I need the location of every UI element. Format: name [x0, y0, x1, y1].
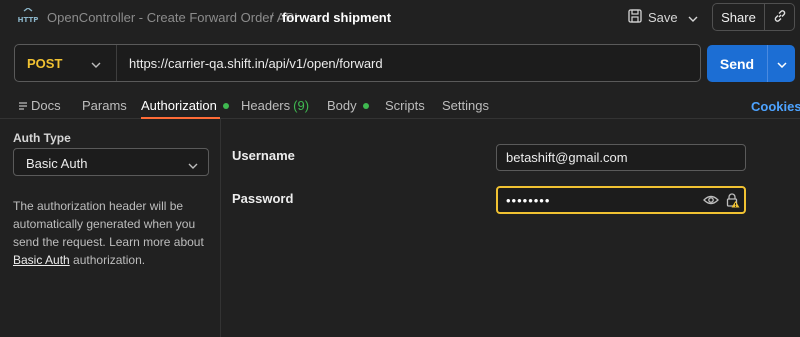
- docs-icon: [19, 102, 27, 110]
- username-label: Username: [232, 148, 295, 163]
- cookies-link[interactable]: Cookies: [751, 99, 800, 114]
- password-value: ••••••••: [506, 193, 551, 208]
- top-bar: HTTP OpenController - Create Forward Ord…: [0, 0, 800, 34]
- auth-type-value: Basic Auth: [26, 156, 88, 171]
- save-label: Save: [648, 9, 678, 25]
- svg-text:HTTP: HTTP: [18, 16, 38, 24]
- http-method-select[interactable]: POST: [27, 56, 62, 71]
- save-icon: [628, 8, 642, 26]
- request-url-bar: POST: [14, 44, 701, 82]
- tab-body[interactable]: Body: [327, 98, 369, 113]
- status-dot: [362, 102, 369, 109]
- tab-label: Authorization: [141, 98, 217, 113]
- chevron-down-icon[interactable]: [91, 56, 101, 71]
- save-options-button[interactable]: [684, 6, 702, 28]
- send-options-button[interactable]: [768, 45, 795, 82]
- save-button[interactable]: Save: [628, 4, 682, 30]
- lock-warning-icon[interactable]: [726, 193, 740, 211]
- tab-settings[interactable]: Settings: [442, 98, 489, 113]
- auth-description-text: The authorization header will be automat…: [13, 199, 204, 249]
- breadcrumb-collection[interactable]: OpenController - Create Forward Order AP…: [47, 10, 298, 25]
- status-dot: [222, 102, 229, 109]
- tab-docs[interactable]: Docs: [18, 98, 61, 113]
- auth-description-suffix: authorization.: [73, 253, 146, 267]
- tab-scripts[interactable]: Scripts: [385, 98, 425, 113]
- tab-label: Body: [327, 98, 357, 113]
- request-tabs: Docs Params Authorization Headers (9) Bod…: [0, 92, 800, 118]
- share-group: Share: [712, 3, 795, 31]
- auth-type-panel: Auth Type Basic Auth The authorization h…: [0, 119, 221, 337]
- breadcrumb-separator: /: [270, 10, 274, 25]
- auth-description: The authorization header will be automat…: [13, 197, 209, 269]
- tab-count: (9): [293, 98, 310, 113]
- send-group: Send: [707, 45, 795, 82]
- auth-type-select[interactable]: Basic Auth: [13, 148, 209, 176]
- url-input[interactable]: [121, 49, 696, 77]
- password-label: Password: [232, 191, 294, 206]
- username-input[interactable]: [496, 144, 746, 171]
- http-request-icon: HTTP: [18, 7, 38, 26]
- request-title[interactable]: forward shipment: [282, 10, 391, 25]
- password-input[interactable]: ••••••••: [496, 186, 746, 214]
- chevron-down-icon: [776, 56, 787, 71]
- copy-link-button[interactable]: [765, 4, 794, 30]
- chevron-down-icon: [188, 157, 198, 172]
- divider: [116, 45, 117, 81]
- eye-icon[interactable]: [703, 194, 719, 209]
- tab-params[interactable]: Params: [82, 98, 127, 113]
- tab-label: Headers: [241, 98, 291, 113]
- share-button[interactable]: Share: [713, 4, 765, 30]
- tab-headers[interactable]: Headers (9): [241, 98, 309, 113]
- auth-type-label: Auth Type: [13, 131, 71, 145]
- tab-label: Docs: [31, 98, 61, 113]
- tab-authorization[interactable]: Authorization: [141, 98, 229, 113]
- basic-auth-link[interactable]: Basic Auth: [13, 253, 70, 267]
- link-icon: [773, 9, 787, 26]
- chevron-down-icon: [688, 10, 698, 25]
- send-button[interactable]: Send: [707, 45, 768, 82]
